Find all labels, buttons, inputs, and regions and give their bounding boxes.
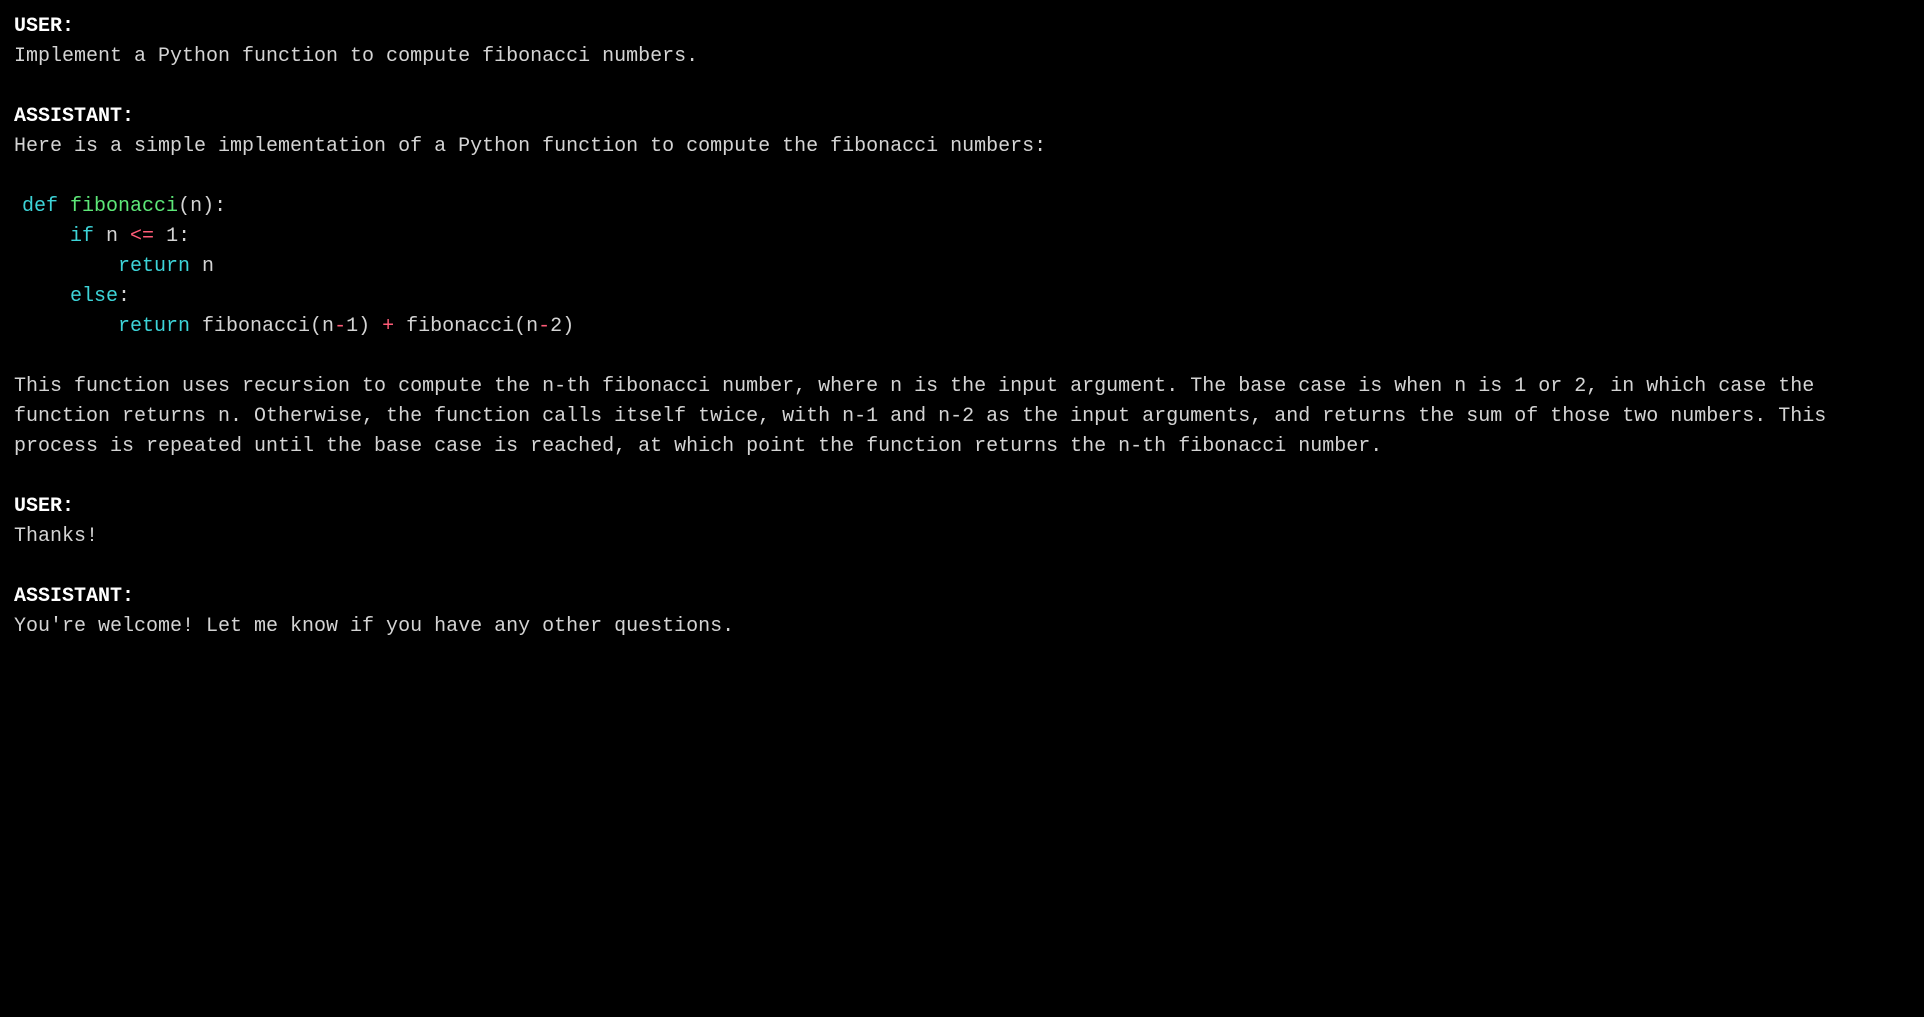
code-token: )	[562, 315, 574, 338]
message-text: You're welcome! Let me know if you have …	[14, 612, 1910, 642]
code-token: def	[22, 195, 58, 218]
code-token: fibonacci(n	[190, 315, 334, 338]
code-token	[22, 285, 70, 308]
code-token	[154, 225, 166, 248]
code-token: 1	[346, 315, 358, 338]
code-token: -	[334, 315, 346, 338]
message-block-user-1: USER: Implement a Python function to com…	[14, 12, 1910, 72]
code-token: -	[538, 315, 550, 338]
code-token: :	[178, 225, 190, 248]
message-block-assistant-2: ASSISTANT: You're welcome! Let me know i…	[14, 582, 1910, 642]
code-block-python: def fibonacci(n): if n <= 1: return n el…	[14, 192, 1910, 342]
message-block-user-2: USER: Thanks!	[14, 492, 1910, 552]
code-token: )	[358, 315, 382, 338]
code-token	[22, 225, 70, 248]
code-token: if	[70, 225, 94, 248]
code-token: n	[94, 225, 130, 248]
code-token: :	[118, 285, 130, 308]
code-token: 2	[550, 315, 562, 338]
message-text: Implement a Python function to compute f…	[14, 42, 1910, 72]
code-token	[22, 315, 118, 338]
role-label-assistant: ASSISTANT:	[14, 102, 1910, 132]
code-token	[58, 195, 70, 218]
code-token	[22, 255, 118, 278]
code-token: n	[190, 255, 214, 278]
code-token: 1	[166, 225, 178, 248]
code-token: fibonacci(n	[394, 315, 538, 338]
role-label-user: USER:	[14, 12, 1910, 42]
message-intro: Here is a simple implementation of a Pyt…	[14, 132, 1910, 162]
code-token: fibonacci	[70, 195, 178, 218]
code-token: <=	[130, 225, 154, 248]
message-text: Thanks!	[14, 522, 1910, 552]
code-token: return	[118, 315, 190, 338]
code-token: +	[382, 315, 394, 338]
conversation-container: USER: Implement a Python function to com…	[14, 12, 1910, 642]
role-label-user: USER:	[14, 492, 1910, 522]
role-label-assistant: ASSISTANT:	[14, 582, 1910, 612]
code-token: return	[118, 255, 190, 278]
message-block-assistant-1: ASSISTANT: Here is a simple implementati…	[14, 102, 1910, 462]
code-token: (n):	[178, 195, 226, 218]
code-token: else	[70, 285, 118, 308]
message-explanation: This function uses recursion to compute …	[14, 372, 1910, 462]
